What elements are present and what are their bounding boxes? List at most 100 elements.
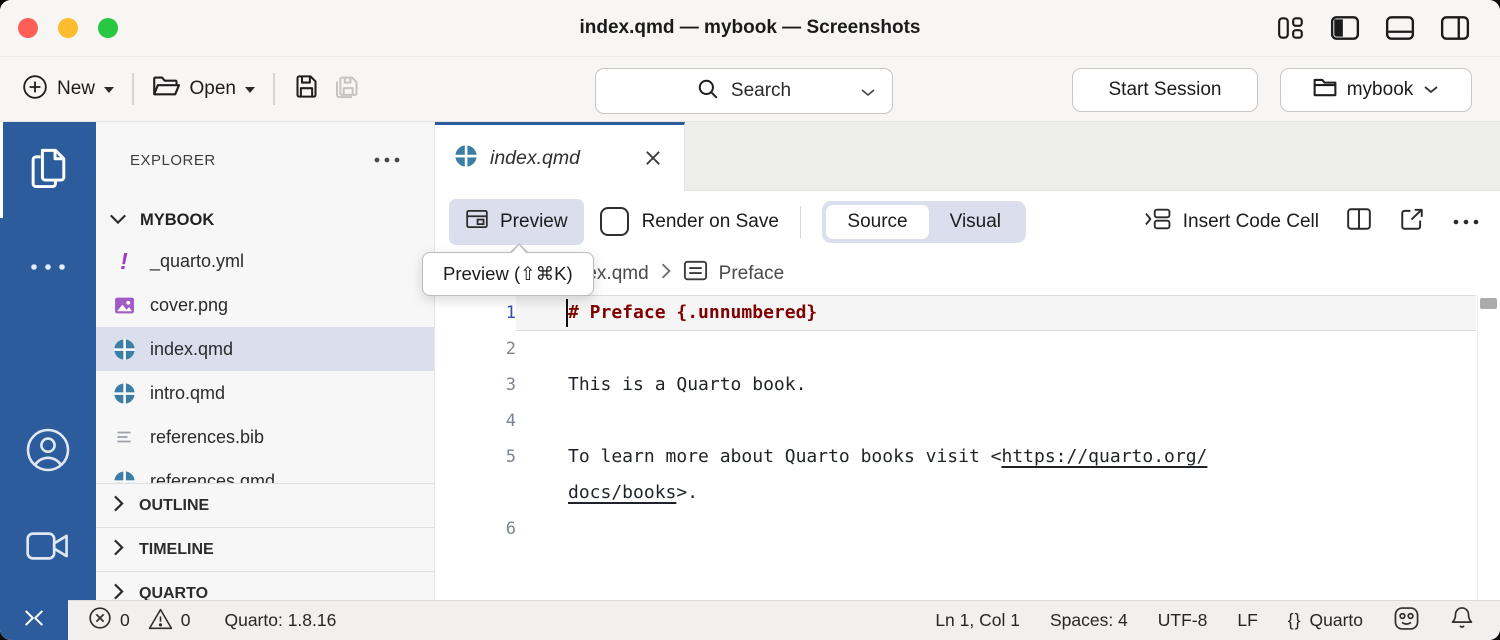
save-all-icon xyxy=(332,72,361,106)
zoom-window-button[interactable] xyxy=(98,18,118,38)
code-line-wrap[interactable]: docs/books>. xyxy=(435,475,1500,511)
editor-more-actions-icon[interactable] xyxy=(1452,213,1480,231)
section-header-outline[interactable]: OUTLINE xyxy=(96,483,434,527)
insert-code-cell-button[interactable]: Insert Code Cell xyxy=(1143,207,1319,237)
chevron-right-icon xyxy=(112,494,125,518)
close-tab-icon[interactable] xyxy=(642,147,664,169)
section-header-quarto[interactable]: QUARTO xyxy=(96,571,434,600)
file-item--quarto-yml[interactable]: !_quarto.yml xyxy=(96,239,434,283)
image-icon xyxy=(112,295,136,316)
tab-index-qmd[interactable]: index.qmd xyxy=(435,122,685,191)
activitybar-account-button[interactable] xyxy=(0,404,96,500)
save-button[interactable] xyxy=(287,73,326,105)
start-session-label: Start Session xyxy=(1109,79,1222,101)
preview-label: Preview xyxy=(500,211,568,233)
chevron-down-icon xyxy=(245,87,255,93)
open-label: Open xyxy=(190,78,236,100)
main-area: EXPLORER MYBOOK !_quarto.ymlcover.pngind… xyxy=(0,122,1500,600)
toolbar-divider xyxy=(800,206,802,238)
preview-tooltip: Preview (⇧⌘K) xyxy=(422,252,594,296)
save-all-button[interactable] xyxy=(326,72,367,106)
toggle-primary-sidebar-icon[interactable] xyxy=(1330,15,1360,41)
folder-open-icon xyxy=(152,74,181,104)
remote-indicator[interactable] xyxy=(0,600,68,640)
notifications-bell-icon[interactable] xyxy=(1450,605,1474,636)
section-label: TIMELINE xyxy=(139,541,214,559)
line-content: docs/books>. xyxy=(516,475,1476,511)
app-window: index.qmd — mybook — Screenshots New xyxy=(0,0,1500,640)
start-session-button[interactable]: Start Session xyxy=(1072,68,1258,112)
indentation[interactable]: Spaces: 4 xyxy=(1050,610,1128,631)
render-on-save-checkbox[interactable] xyxy=(600,207,629,236)
chevron-down-icon xyxy=(860,85,876,103)
code-text: >. xyxy=(676,482,698,503)
action-toolbar: New Open xyxy=(0,57,1500,122)
activitybar-explorer-button[interactable] xyxy=(0,122,96,218)
split-editor-icon[interactable] xyxy=(1346,207,1372,236)
toggle-secondary-sidebar-icon[interactable] xyxy=(1440,15,1470,41)
search-placeholder: Search xyxy=(731,80,791,102)
file-label: cover.png xyxy=(150,295,228,316)
feedback-smiley-icon[interactable] xyxy=(1393,605,1420,637)
error-icon xyxy=(88,606,112,635)
insert-code-cell-label: Insert Code Cell xyxy=(1183,211,1319,233)
new-label: New xyxy=(57,78,95,100)
ellipsis-icon xyxy=(27,259,69,277)
quarto-version[interactable]: Quarto: 1.8.16 xyxy=(224,610,336,631)
file-label: intro.qmd xyxy=(150,383,225,404)
toggle-panel-icon[interactable] xyxy=(1385,15,1415,41)
code-link[interactable]: docs/books xyxy=(568,482,676,503)
file-item-references-bib[interactable]: references.bib xyxy=(96,415,434,459)
minimize-window-button[interactable] xyxy=(58,18,78,38)
editor-action-bar: Preview Render on Save Source Visual Ins… xyxy=(435,191,1500,252)
code-line-2[interactable]: 2 xyxy=(435,331,1500,367)
workspace-label: mybook xyxy=(1347,79,1414,101)
line-number: 5 xyxy=(435,439,516,475)
explorer-more-actions-icon[interactable] xyxy=(372,156,434,164)
file-item-references-qmd[interactable]: references.qmd xyxy=(96,459,434,483)
scrollbar-thumb[interactable] xyxy=(1480,298,1497,309)
visual-mode-button[interactable]: Visual xyxy=(929,205,1022,239)
file-item-intro-qmd[interactable]: intro.qmd xyxy=(96,371,434,415)
preview-button[interactable]: Preview xyxy=(449,199,584,245)
activitybar-more-button[interactable] xyxy=(0,220,96,316)
code-line-5[interactable]: 5To learn more about Quarto books visit … xyxy=(435,439,1500,475)
title-bar: index.qmd — mybook — Screenshots xyxy=(0,0,1500,57)
activitybar-camera-button[interactable] xyxy=(0,500,96,596)
breadcrumb-section[interactable]: Preface xyxy=(719,263,784,285)
code-line-3[interactable]: 3This is a Quarto book. xyxy=(435,367,1500,403)
yaml-warning-icon: ! xyxy=(112,250,136,273)
cursor-position[interactable]: Ln 1, Col 1 xyxy=(935,610,1020,631)
workspace-switcher-button[interactable]: mybook xyxy=(1280,68,1472,112)
render-on-save-label: Render on Save xyxy=(642,211,779,233)
code-link[interactable]: https://quarto.org/ xyxy=(1001,446,1207,467)
code-line-6[interactable]: 6 xyxy=(435,511,1500,547)
source-visual-toggle: Source Visual xyxy=(822,201,1026,243)
status-bar: 0 0 Quarto: 1.8.16 Ln 1, Col 1 Spaces: 4… xyxy=(0,600,1500,640)
file-item-cover-png[interactable]: cover.png xyxy=(96,283,434,327)
open-button[interactable]: Open xyxy=(146,74,261,104)
encoding[interactable]: UTF-8 xyxy=(1158,610,1208,631)
section-header-timeline[interactable]: TIMELINE xyxy=(96,527,434,571)
close-window-button[interactable] xyxy=(18,18,38,38)
open-in-new-window-icon[interactable] xyxy=(1399,207,1425,236)
customize-layout-icon[interactable] xyxy=(1277,15,1305,41)
language-mode[interactable]: {} Quarto xyxy=(1288,610,1363,631)
problems-indicator[interactable]: 0 0 xyxy=(88,606,190,635)
source-mode-button[interactable]: Source xyxy=(826,205,928,239)
search-input[interactable]: Search xyxy=(595,68,893,114)
line-content: # Preface {.unnumbered} xyxy=(516,295,1476,331)
line-content xyxy=(516,331,1476,367)
new-button[interactable]: New xyxy=(16,74,120,105)
code-editor[interactable]: 1# Preface {.unnumbered}23This is a Quar… xyxy=(435,295,1500,600)
workspace-root-row[interactable]: MYBOOK xyxy=(96,200,434,240)
file-item-index-qmd[interactable]: index.qmd xyxy=(96,327,434,371)
line-content: This is a Quarto book. xyxy=(516,367,1476,403)
editor-area: index.qmd Preview Render on Save xyxy=(435,122,1500,600)
eol-sequence[interactable]: LF xyxy=(1237,610,1257,631)
code-line-4[interactable]: 4 xyxy=(435,403,1500,439)
code-line-1[interactable]: 1# Preface {.unnumbered} xyxy=(435,295,1500,331)
line-number: 2 xyxy=(435,331,516,367)
workspace-root-label: MYBOOK xyxy=(140,211,214,230)
line-number: 1 xyxy=(435,295,516,331)
